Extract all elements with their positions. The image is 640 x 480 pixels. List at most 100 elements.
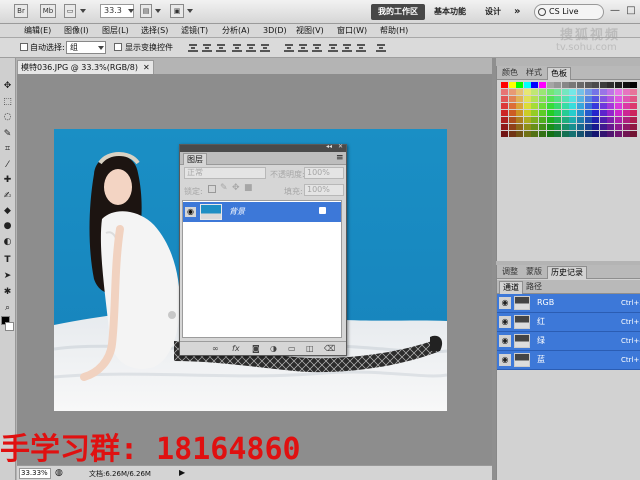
- color-swatch[interactable]: [592, 117, 600, 123]
- auto-align-layers-icon[interactable]: [376, 42, 386, 52]
- color-swatch[interactable]: [630, 82, 638, 88]
- color-swatch[interactable]: [630, 96, 638, 102]
- color-swatch[interactable]: [569, 117, 577, 123]
- color-swatch[interactable]: [516, 82, 524, 88]
- color-swatch[interactable]: [599, 96, 607, 102]
- color-swatch[interactable]: [523, 124, 531, 130]
- color-swatch[interactable]: [561, 103, 569, 109]
- close-icon[interactable]: ✕: [338, 143, 343, 150]
- color-swatch[interactable]: [577, 82, 584, 88]
- color-swatch[interactable]: [546, 131, 554, 137]
- color-swatch[interactable]: [592, 124, 600, 130]
- align-top-icon[interactable]: [188, 42, 198, 52]
- color-swatch[interactable]: [516, 131, 524, 137]
- color-swatch[interactable]: [630, 117, 638, 123]
- color-swatch[interactable]: [592, 103, 600, 109]
- color-swatch[interactable]: [615, 124, 622, 130]
- menu-select[interactable]: 选择(S): [141, 25, 168, 37]
- menu-window[interactable]: 窗口(W): [337, 25, 367, 37]
- tab-adjustments[interactable]: 调整: [499, 266, 521, 279]
- tab-paths[interactable]: 路径: [523, 281, 545, 294]
- color-swatch[interactable]: [599, 117, 607, 123]
- color-swatch[interactable]: [516, 117, 524, 123]
- color-swatch[interactable]: [554, 82, 562, 88]
- color-swatch[interactable]: [561, 131, 569, 137]
- swatch-grid[interactable]: [501, 82, 639, 138]
- color-swatch[interactable]: [607, 89, 615, 95]
- bridge-logo[interactable]: Br: [14, 4, 28, 18]
- color-swatch[interactable]: [501, 117, 508, 123]
- eraser-tool-icon[interactable]: ◆: [1, 205, 14, 218]
- menu-layer[interactable]: 图层(L): [102, 25, 129, 37]
- color-swatch[interactable]: [561, 124, 569, 130]
- color-swatch[interactable]: [607, 131, 615, 137]
- color-swatch[interactable]: [501, 124, 508, 130]
- chevron-down-icon[interactable]: [187, 9, 193, 13]
- background-color-swatch[interactable]: [5, 322, 14, 331]
- color-swatch[interactable]: [622, 117, 630, 123]
- color-swatch[interactable]: [607, 96, 615, 102]
- restore-button[interactable]: □: [624, 4, 638, 18]
- color-swatch[interactable]: [569, 131, 577, 137]
- align-right-icon[interactable]: [260, 42, 270, 52]
- align-left-icon[interactable]: [232, 42, 242, 52]
- color-swatch[interactable]: [584, 82, 592, 88]
- brush-tool-icon[interactable]: ✍: [1, 190, 14, 203]
- color-swatch[interactable]: [546, 124, 554, 130]
- color-swatch[interactable]: [630, 131, 638, 137]
- color-swatch[interactable]: [569, 110, 577, 116]
- color-swatch[interactable]: [501, 110, 508, 116]
- color-swatch[interactable]: [523, 96, 531, 102]
- color-swatch[interactable]: [630, 89, 638, 95]
- tab-layers[interactable]: 图层: [183, 153, 207, 165]
- color-swatch[interactable]: [561, 117, 569, 123]
- color-swatch[interactable]: [531, 124, 539, 130]
- color-swatch[interactable]: [516, 103, 524, 109]
- workspace-my-workspace[interactable]: 我的工作区: [371, 4, 425, 20]
- color-swatch[interactable]: [554, 103, 562, 109]
- color-swatch[interactable]: [577, 89, 584, 95]
- color-swatch[interactable]: [615, 82, 622, 88]
- arrange-documents-icon[interactable]: ▤: [140, 4, 152, 18]
- shape-tool-icon[interactable]: ✱: [1, 286, 14, 299]
- color-swatch[interactable]: [508, 82, 516, 88]
- color-swatch[interactable]: [592, 110, 600, 116]
- color-swatch[interactable]: [516, 124, 524, 130]
- lock-position-icon[interactable]: ✥: [232, 183, 240, 193]
- collapse-icon[interactable]: ◂◂: [326, 143, 332, 150]
- color-swatch[interactable]: [516, 96, 524, 102]
- color-swatch[interactable]: [531, 117, 539, 123]
- tab-color[interactable]: 颜色: [499, 67, 521, 80]
- color-swatch[interactable]: [584, 103, 592, 109]
- menu-3d[interactable]: 3D(D): [263, 25, 287, 37]
- color-swatch[interactable]: [569, 96, 577, 102]
- color-swatch[interactable]: [577, 131, 584, 137]
- color-swatch[interactable]: [622, 110, 630, 116]
- mask-icon[interactable]: ◙: [252, 344, 260, 354]
- color-swatch[interactable]: [508, 103, 516, 109]
- show-transform-checkbox[interactable]: [114, 43, 122, 51]
- color-swatch[interactable]: [599, 82, 607, 88]
- color-swatch[interactable]: [523, 82, 531, 88]
- color-swatch[interactable]: [607, 82, 615, 88]
- color-swatch[interactable]: [622, 82, 630, 88]
- color-swatch[interactable]: [569, 82, 577, 88]
- new-layer-icon[interactable]: ◫: [306, 344, 314, 354]
- view-extras-icon[interactable]: ▭: [64, 4, 76, 18]
- type-tool-icon[interactable]: T: [1, 254, 14, 267]
- menu-edit[interactable]: 编辑(E): [24, 25, 51, 37]
- visibility-eye-icon[interactable]: ◉: [185, 207, 196, 217]
- color-swatch[interactable]: [523, 89, 531, 95]
- color-swatch[interactable]: [592, 96, 600, 102]
- distribute-vertical-center-icon[interactable]: [298, 42, 308, 52]
- color-swatch[interactable]: [622, 124, 630, 130]
- chevron-down-icon[interactable]: [155, 9, 161, 13]
- adjustment-icon[interactable]: ◑: [270, 344, 277, 354]
- color-swatch[interactable]: [569, 103, 577, 109]
- lock-transparency-icon[interactable]: [208, 185, 216, 193]
- chevron-down-icon[interactable]: [128, 9, 134, 13]
- color-swatch[interactable]: [584, 117, 592, 123]
- color-swatch[interactable]: [539, 117, 546, 123]
- color-swatch[interactable]: [546, 103, 554, 109]
- color-swatch[interactable]: [539, 103, 546, 109]
